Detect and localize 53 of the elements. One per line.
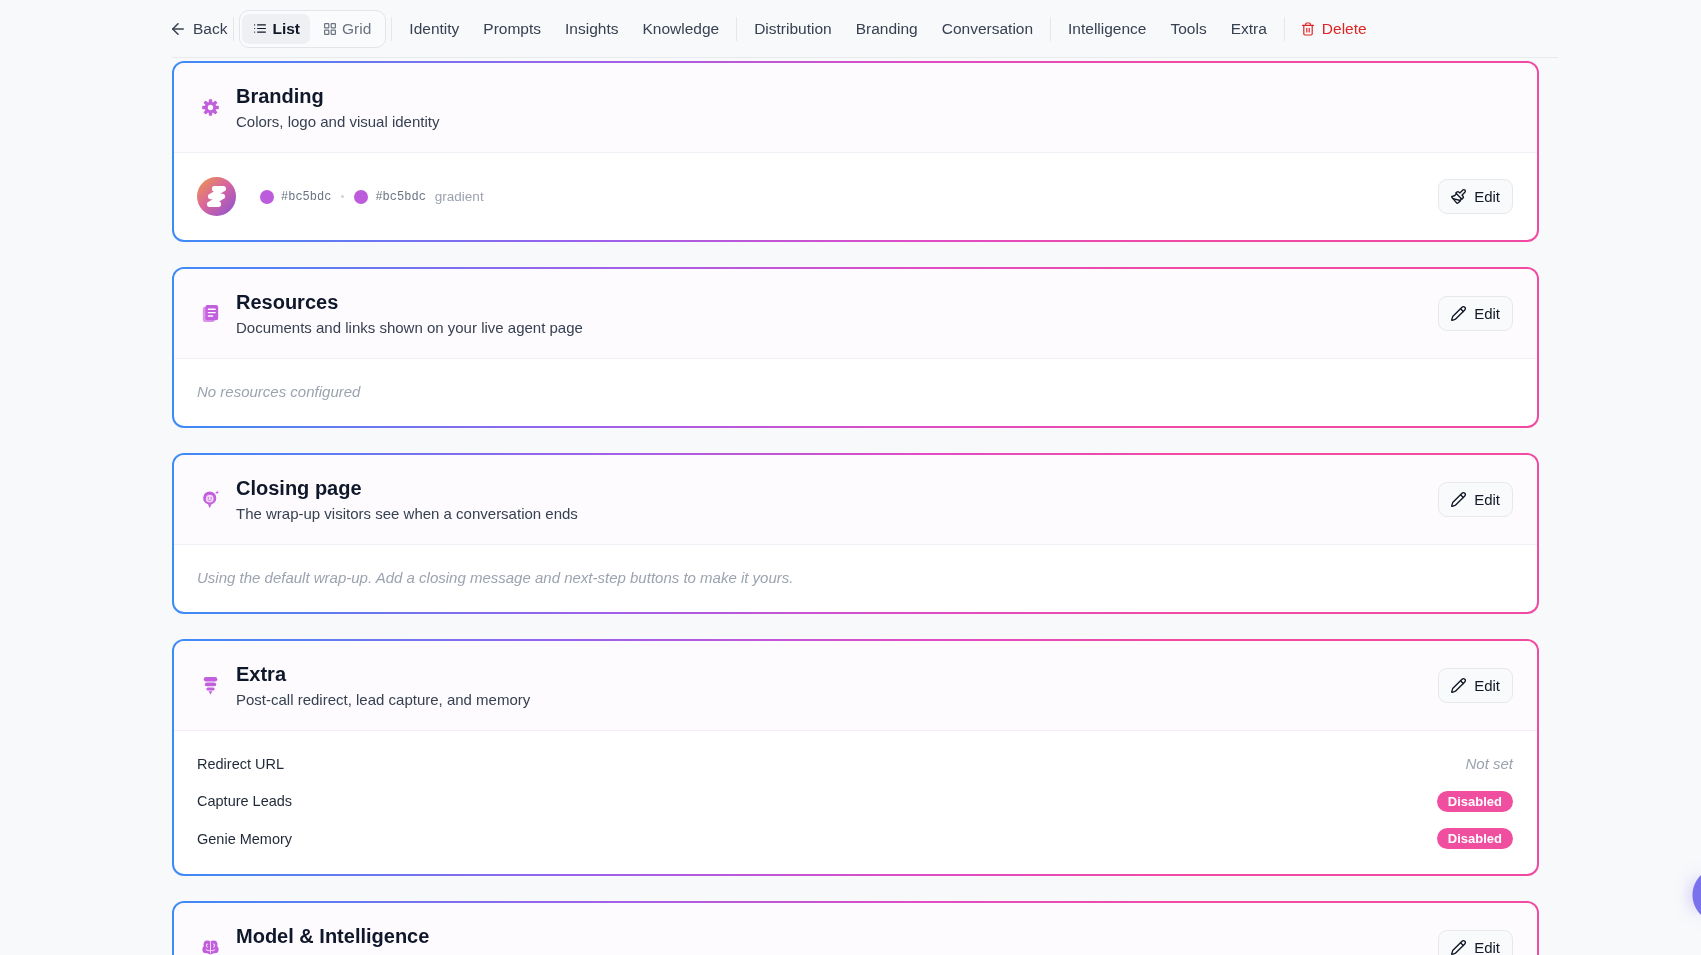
grid-icon [324, 22, 337, 35]
brain-icon [202, 939, 219, 955]
color-hex-code: #bc5bdc [375, 189, 426, 204]
pencil-icon [1451, 492, 1467, 507]
logo-icon [197, 177, 236, 216]
paintbrush-icon [1451, 189, 1467, 204]
edit-button[interactable]: Edit [1438, 930, 1513, 955]
delete-button[interactable]: Delete [1289, 12, 1379, 45]
back-button[interactable]: Back [172, 12, 229, 45]
section-link[interactable]: Knowledge [630, 12, 732, 45]
view-tab[interactable]: Grid [312, 13, 382, 44]
color-hex-code: #bc5bdc [281, 189, 332, 204]
document-icon [202, 304, 219, 323]
card-title: Model & Intelligence [236, 923, 430, 948]
section-link[interactable]: Distribution [742, 12, 844, 45]
smiley-head-icon [202, 489, 219, 510]
card-subtitle: Colors, logo and visual identity [236, 111, 440, 132]
pencil-icon [1451, 940, 1467, 955]
status-badge: Disabled [1436, 790, 1513, 812]
empty-state-text: No resources configured [196, 382, 362, 402]
card-subtitle: The wrap-up visitors see when a conversation ends [236, 503, 578, 524]
edit-button[interactable]: Edit [1438, 179, 1513, 214]
setting-label: Genie Memory [197, 830, 293, 847]
pencil-icon [1451, 678, 1467, 693]
card-subtitle: Documents and links shown on your live agent page [236, 317, 583, 338]
section-link[interactable]: Tools [1158, 12, 1219, 45]
pencil-icon [1451, 306, 1467, 321]
trash-icon [1301, 21, 1314, 36]
card-title: Resources [236, 289, 339, 314]
setting-value: Not set [1465, 755, 1513, 773]
section-link[interactable]: Conversation [929, 12, 1046, 45]
setting-label: Capture Leads [197, 793, 293, 810]
section-link[interactable]: Insights [553, 12, 631, 45]
edit-button[interactable]: Edit [1438, 296, 1513, 331]
status-badge: Disabled [1436, 828, 1513, 850]
list-icon [254, 23, 267, 34]
section-link[interactable]: Extra [1218, 12, 1279, 45]
empty-state-text: Using the default wrap-up. Add a closing message and next-step buttons to make it yours. [196, 568, 795, 588]
card-title: Branding [236, 83, 324, 108]
edit-button[interactable]: Edit [1438, 482, 1513, 517]
section-link[interactable]: Identity [397, 12, 472, 45]
gear-icon [202, 99, 219, 116]
section-link[interactable]: Branding [843, 12, 930, 45]
setting-label: Redirect URL [197, 755, 285, 772]
funnel-icon [203, 676, 218, 695]
section-link[interactable]: Prompts [471, 12, 554, 45]
card-subtitle: Post-call redirect, lead capture, and memory [236, 689, 531, 710]
view-tab[interactable]: List [242, 13, 311, 44]
card-title: Closing page [236, 475, 362, 500]
card-title: Extra [236, 661, 287, 686]
section-link[interactable]: Intelligence [1056, 12, 1159, 45]
edit-button[interactable]: Edit [1438, 668, 1513, 703]
color-style-label: gradient [434, 189, 484, 204]
